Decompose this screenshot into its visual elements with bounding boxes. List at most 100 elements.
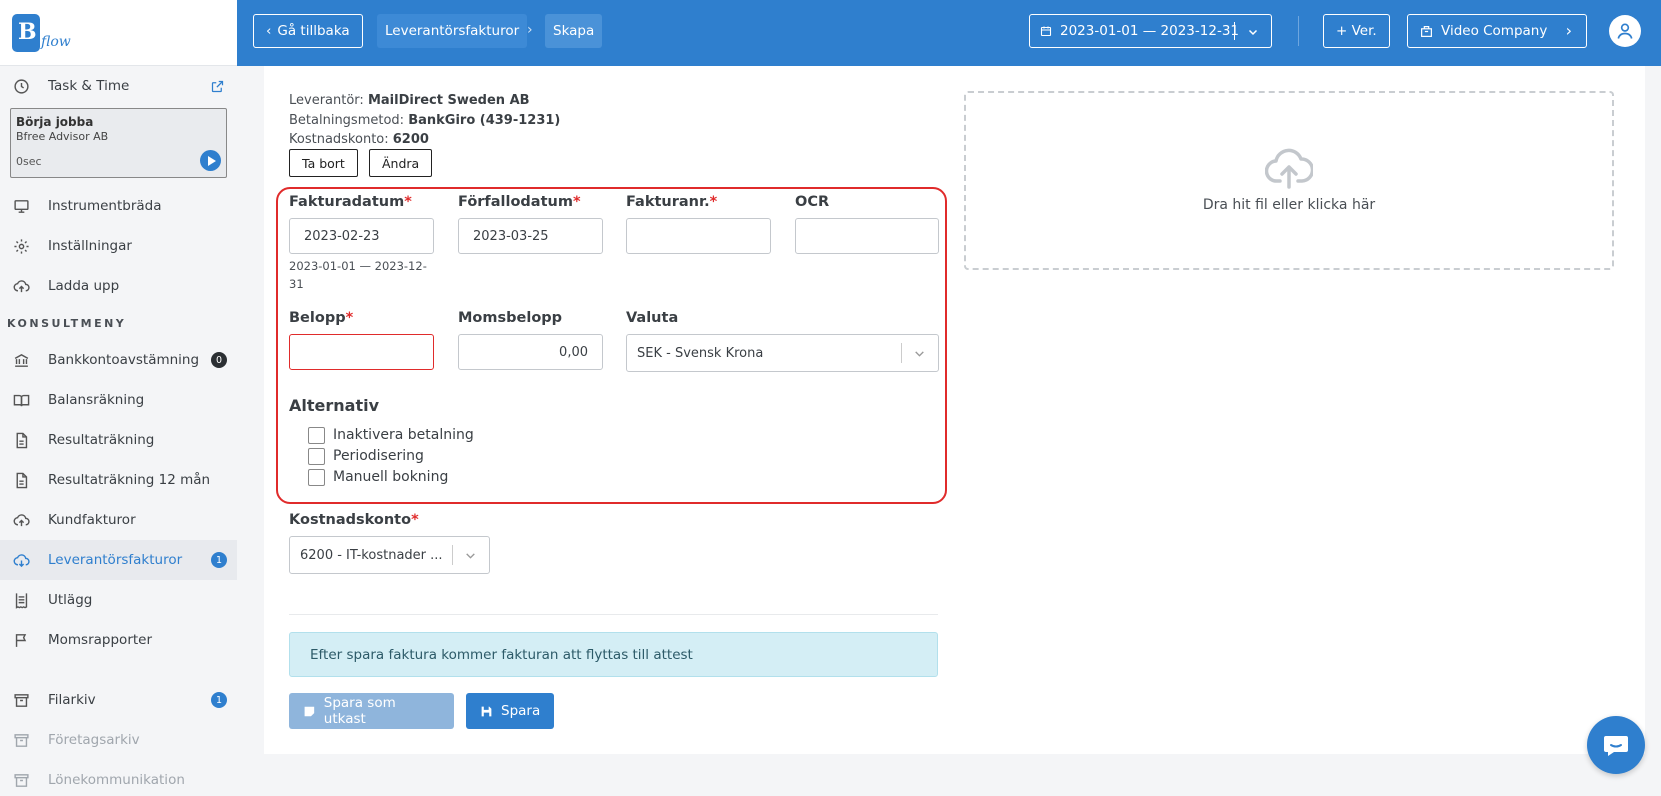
sidebar-item-label: Kundfakturor: [48, 512, 136, 528]
sidebar-item-label: Bankkontoavstämning: [48, 352, 200, 368]
topbar-divider: [1298, 16, 1299, 46]
cost-account-select[interactable]: 6200 - IT-kostnader ...: [289, 536, 490, 574]
invoice-date-input[interactable]: 2023-02-23: [289, 218, 434, 254]
document-icon: [12, 471, 30, 489]
save-draft-button[interactable]: Spara som utkast: [289, 693, 454, 729]
label-text: Fakturanr.: [626, 194, 710, 210]
select-divider: [901, 343, 902, 363]
sidebar-item-balansrakning[interactable]: Balansräkning: [0, 380, 237, 420]
floppy-disk-icon: [481, 706, 492, 716]
invoice-date-label: Fakturadatum*: [289, 194, 412, 210]
main-panel: Leverantör: MailDirect Sweden AB Betalni…: [264, 66, 1645, 754]
required-mark: *: [404, 194, 412, 210]
topbar: ‹ Gå tillbaka Leverantörsfakturor › Skap…: [237, 0, 1661, 66]
select-divider: [1234, 22, 1235, 40]
count-badge: 1: [211, 552, 227, 568]
save-button[interactable]: Spara: [466, 693, 555, 729]
calendar-icon: [1040, 26, 1052, 37]
amount-input[interactable]: [289, 334, 434, 370]
sidebar-item-momsrapporter[interactable]: Momsrapporter: [0, 620, 237, 660]
logo-mark: [12, 13, 40, 52]
required-mark: *: [709, 194, 718, 210]
account-row: Kostnadskonto: 6200: [289, 130, 560, 150]
sidebar-item-task-time[interactable]: Task & Time: [0, 68, 237, 104]
gear-icon: [12, 237, 30, 255]
ocr-label: OCR: [795, 194, 830, 210]
cost-account-label: Kostnadskonto*: [289, 512, 419, 528]
play-button[interactable]: [200, 150, 221, 171]
invoice-number-input[interactable]: [626, 218, 771, 254]
cloud-upload-icon: [12, 511, 30, 529]
bank-icon: [12, 351, 30, 369]
label-text: Kostnadskonto: [289, 512, 412, 528]
payment-label: Betalningsmetod:: [289, 112, 405, 128]
supplier-info: Leverantör: MailDirect Sweden AB Betalni…: [289, 91, 560, 150]
new-verification-button[interactable]: + Ver.: [1323, 14, 1390, 48]
label-text: Fakturadatum: [289, 194, 405, 210]
external-link-icon[interactable]: [210, 79, 225, 94]
option-periodization[interactable]: Periodisering: [308, 446, 424, 466]
sidebar-item-ladda-upp[interactable]: Ladda upp: [0, 266, 237, 306]
currency-select[interactable]: SEK - Svensk Krona: [626, 334, 939, 372]
sidebar-item-resultatrakning[interactable]: Resultaträkning: [0, 420, 237, 460]
button-label: Spara som utkast: [323, 695, 396, 727]
back-button[interactable]: ‹ Gå tillbaka: [253, 14, 363, 48]
flag-icon: [12, 631, 30, 649]
sidebar-item-label: Resultaträkning 12 mån: [48, 472, 211, 488]
required-mark: *: [572, 194, 581, 210]
task-subtitle: Bfree Advisor AB: [16, 130, 109, 143]
sidebar-item-installningar[interactable]: Inställningar: [0, 226, 237, 266]
archive-icon: [12, 771, 30, 789]
task-timer-card: Börja jobba Bfree Advisor AB 0sec: [10, 108, 227, 178]
task-title: Börja jobba: [16, 115, 94, 129]
vat-amount-input[interactable]: 0,00: [458, 334, 603, 370]
file-dropzone[interactable]: Dra hit fil eller klicka här: [964, 91, 1614, 270]
currency-label: Valuta: [626, 310, 679, 326]
option-disable-payment[interactable]: Inaktivera betalning: [308, 425, 474, 445]
supplier-value: MailDirect Sweden AB: [367, 93, 530, 108]
breadcrumb-leverantorsfakturor[interactable]: Leverantörsfakturor: [377, 14, 528, 48]
sidebar-item-leverantorsfakturor[interactable]: Leverantörsfakturor 1: [0, 540, 237, 580]
company-name: Video Company: [1441, 23, 1548, 39]
company-switch-button[interactable]: Video Company ›: [1407, 14, 1587, 48]
date-range-value: 2023-01-01 — 2023-12-31: [1060, 23, 1239, 39]
date-range-select[interactable]: 2023-01-01 — 2023-12-31: [1029, 14, 1272, 48]
checkbox[interactable]: [308, 447, 325, 465]
vat-amount-label: Momsbelopp: [458, 310, 563, 326]
document-icon: [12, 431, 30, 449]
logo[interactable]: flow: [0, 0, 237, 66]
sidebar-item-label: Utlägg: [48, 592, 93, 608]
cloud-upload-icon: [12, 277, 30, 295]
sidebar-item-filarkiv[interactable]: Filarkiv 1: [0, 680, 237, 720]
option-label: Periodisering: [333, 448, 424, 464]
checkbox[interactable]: [308, 468, 325, 486]
breadcrumb-skapa: Skapa: [545, 14, 603, 48]
book-icon: [12, 391, 30, 409]
chevron-down-icon: [466, 553, 475, 559]
dropzone-text: Dra hit fil eller klicka här: [1202, 196, 1376, 213]
divider: [289, 614, 938, 615]
back-button-label: Gå tillbaka: [277, 23, 350, 39]
option-manual-booking[interactable]: Manuell bokning: [308, 467, 448, 487]
payment-row: Betalningsmetod: BankGiro (439-1231): [289, 111, 560, 131]
required-mark: *: [345, 310, 354, 326]
sidebar-item-resultatrakning-12[interactable]: Resultaträkning 12 mån: [0, 460, 237, 500]
label-text: Förfallodatum: [458, 194, 573, 210]
sidebar-item-lonekommunikation[interactable]: Lönekommunikation: [0, 760, 237, 796]
due-date-input[interactable]: 2023-03-25: [458, 218, 603, 254]
sidebar-item-kundfakturor[interactable]: Kundfakturor: [0, 500, 237, 540]
avatar[interactable]: [1609, 15, 1641, 47]
ocr-input[interactable]: [795, 218, 939, 254]
sidebar-item-utlagg[interactable]: Utlägg: [0, 580, 237, 620]
sidebar-item-label: Ladda upp: [48, 278, 120, 294]
checkbox[interactable]: [308, 426, 325, 444]
chat-button[interactable]: [1587, 716, 1645, 774]
sidebar-item-foretagsarkiv[interactable]: Företagsarkiv: [0, 720, 237, 760]
change-supplier-button[interactable]: Ändra: [369, 149, 433, 177]
remove-supplier-button[interactable]: Ta bort: [289, 149, 358, 177]
sidebar-item-label: Lönekommunikation: [48, 772, 185, 788]
sidebar-item-instrumentbrada[interactable]: Instrumentbräda: [0, 186, 237, 226]
count-badge: 1: [211, 692, 227, 708]
account-value: 6200: [392, 132, 429, 147]
sidebar-item-bankkontoavstamning[interactable]: Bankkontoavstämning 0: [0, 340, 237, 380]
